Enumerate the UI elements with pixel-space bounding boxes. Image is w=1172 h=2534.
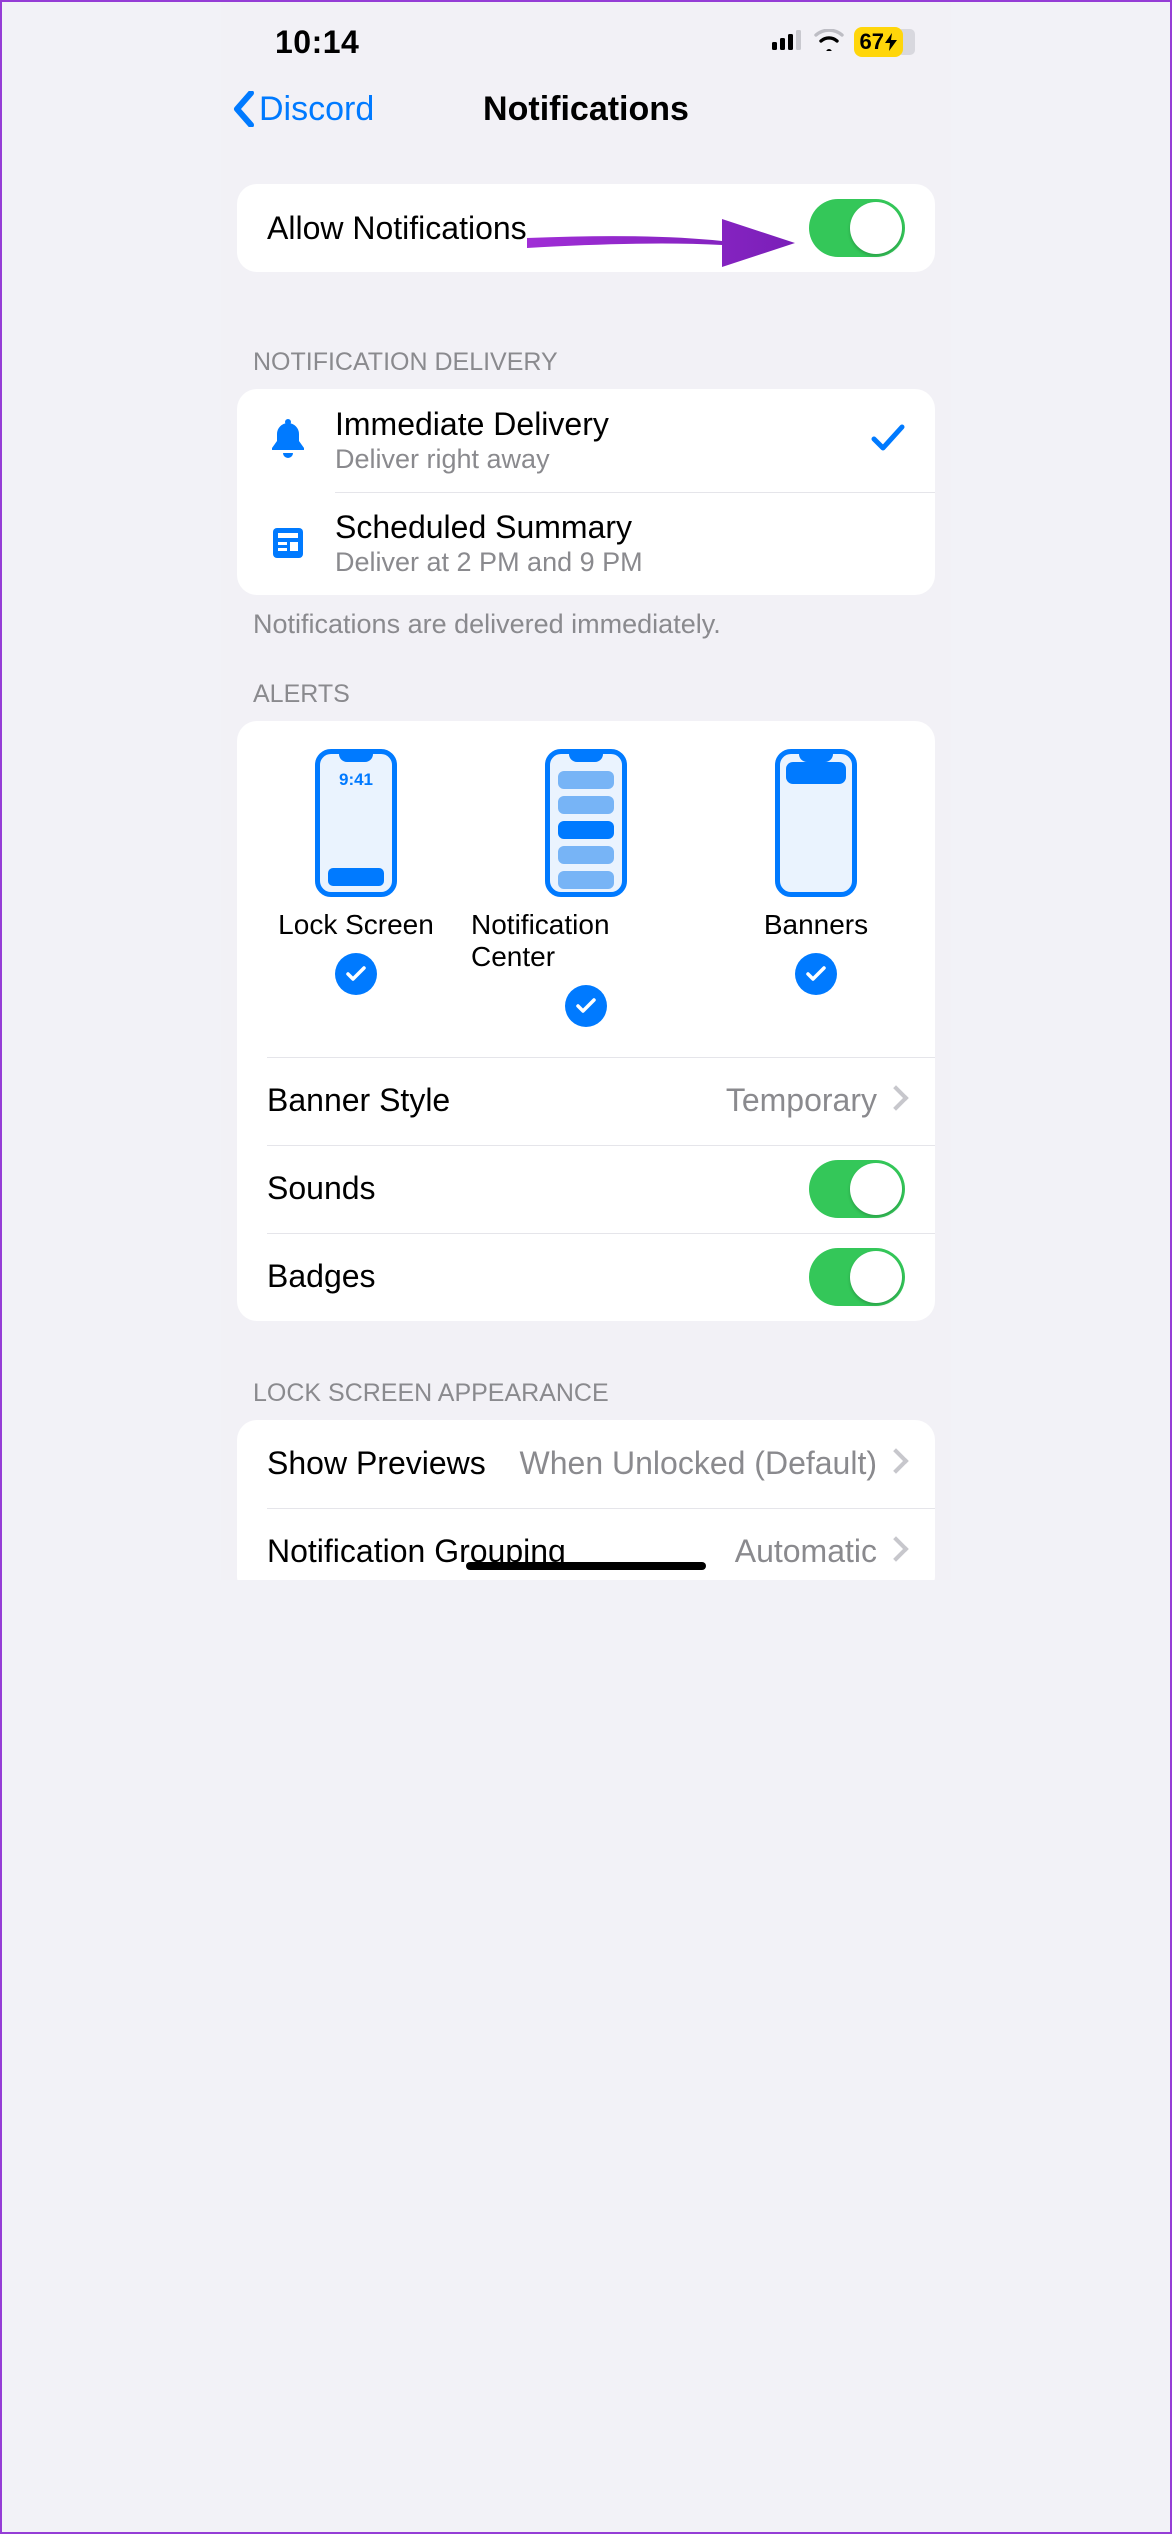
wifi-icon [814, 29, 844, 56]
check-circle-icon [335, 953, 377, 995]
sounds-label: Sounds [267, 1170, 809, 1207]
show-previews-value: When Unlocked (Default) [498, 1445, 877, 1482]
status-time: 10:14 [275, 24, 359, 61]
delivery-scheduled-subtitle: Deliver at 2 PM and 9 PM [335, 546, 905, 578]
banner-style-label: Banner Style [267, 1082, 726, 1119]
allow-notifications-row[interactable]: Allow Notifications [237, 184, 935, 272]
alert-option-label: Notification Center [471, 909, 701, 973]
alerts-card: 9:41 Lock Screen Notificat [237, 721, 935, 1321]
home-indicator[interactable] [466, 1562, 706, 1570]
delivery-immediate-title: Immediate Delivery [335, 405, 871, 443]
badges-toggle[interactable] [809, 1248, 905, 1306]
allow-notifications-label: Allow Notifications [267, 210, 809, 247]
notification-center-preview-icon [545, 749, 627, 897]
cellular-icon [772, 30, 804, 55]
check-circle-icon [565, 985, 607, 1027]
alert-option-notification-center[interactable]: Notification Center [471, 749, 701, 1027]
show-previews-label: Show Previews [267, 1445, 486, 1482]
status-bar: 10:14 67 [221, 2, 951, 68]
delivery-scheduled-title: Scheduled Summary [335, 508, 905, 546]
delivery-footer: Notifications are delivered immediately. [221, 595, 951, 640]
delivery-scheduled-row[interactable]: Scheduled Summary Deliver at 2 PM and 9 … [237, 492, 935, 595]
newspaper-icon [267, 524, 309, 562]
alert-option-label: Lock Screen [278, 909, 434, 941]
chevron-right-icon [887, 1540, 905, 1563]
banner-style-row[interactable]: Banner Style Temporary [237, 1057, 935, 1145]
alerts-header: Alerts [221, 680, 951, 721]
allow-notifications-card: Allow Notifications [237, 184, 935, 272]
checkmark-icon [871, 423, 905, 458]
badges-label: Badges [267, 1258, 809, 1295]
sounds-toggle[interactable] [809, 1160, 905, 1218]
badges-row[interactable]: Badges [237, 1233, 935, 1321]
chevron-right-icon [887, 1089, 905, 1112]
allow-notifications-toggle[interactable] [809, 199, 905, 257]
show-previews-row[interactable]: Show Previews When Unlocked (Default) [237, 1420, 935, 1508]
nav-bar: Discord Notifications [221, 74, 951, 144]
battery-indicator: 67 [854, 27, 903, 57]
banner-style-value: Temporary [726, 1082, 877, 1119]
delivery-header: Notification Delivery [221, 348, 951, 389]
delivery-immediate-subtitle: Deliver right away [335, 443, 871, 475]
notification-grouping-value: Automatic [735, 1533, 877, 1570]
sounds-row[interactable]: Sounds [237, 1145, 935, 1233]
delivery-card: Immediate Delivery Deliver right away Sc… [237, 389, 935, 595]
lock-screen-appearance-header: Lock Screen Appearance [221, 1379, 951, 1420]
alert-option-label: Banners [764, 909, 868, 941]
bell-icon [267, 419, 309, 461]
page-title: Notifications [221, 90, 951, 129]
chevron-right-icon [887, 1452, 905, 1475]
lock-screen-preview-icon: 9:41 [315, 749, 397, 897]
check-circle-icon [795, 953, 837, 995]
alert-option-lock-screen[interactable]: 9:41 Lock Screen [241, 749, 471, 1027]
alert-option-banners[interactable]: Banners [701, 749, 931, 1027]
banners-preview-icon [775, 749, 857, 897]
delivery-immediate-row[interactable]: Immediate Delivery Deliver right away [237, 389, 935, 492]
lock-screen-appearance-card: Show Previews When Unlocked (Default) No… [237, 1420, 935, 1580]
